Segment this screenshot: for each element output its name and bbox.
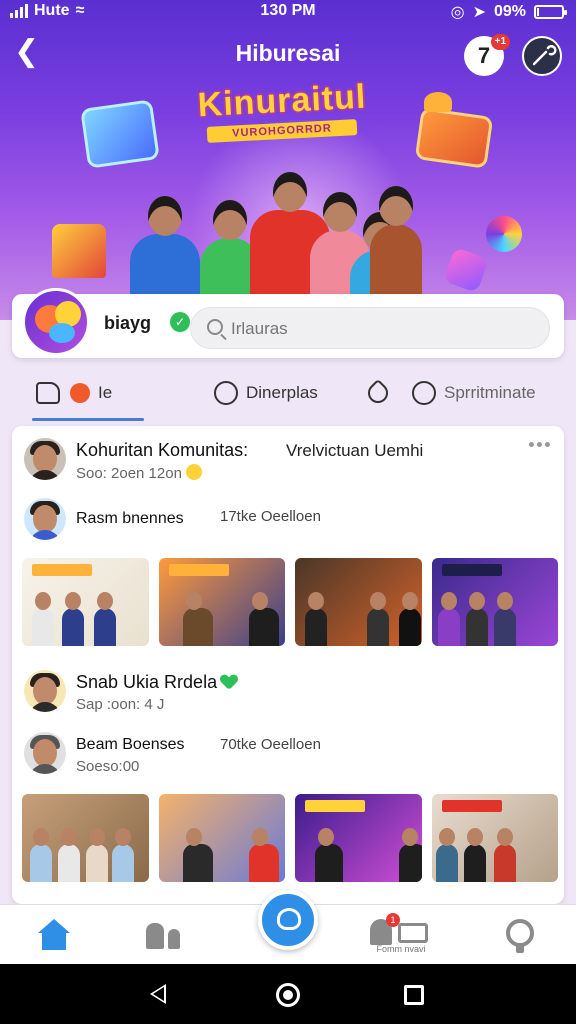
game-console-decoration	[414, 107, 494, 169]
avatar	[24, 438, 66, 480]
create-fab-button[interactable]	[258, 890, 318, 950]
post-header[interactable]: Kohuritan Komunitas: Vrelvictuan Uemhi S…	[12, 438, 564, 488]
like-icon	[36, 382, 60, 404]
tab-dinerplas[interactable]: Dinerplas	[214, 378, 318, 408]
green-heart-icon	[221, 675, 237, 689]
system-back-icon[interactable]	[150, 984, 166, 1004]
video-thumbnail[interactable]	[22, 558, 149, 646]
chat-bubble-icon	[412, 381, 436, 405]
chat-face-icon	[277, 908, 301, 930]
verified-icon: ✓	[170, 312, 190, 332]
gift-decoration	[442, 246, 490, 294]
banner-person	[130, 196, 200, 294]
nav-badge: 1	[386, 913, 400, 927]
banner-logo: Kinuraitul VUROHGORRDR	[184, 78, 380, 143]
nfc-icon: ◎	[450, 4, 465, 21]
list-item-title: Beam Boenses	[76, 736, 185, 753]
post-title-aside: Vrelvictuan Uemhi	[286, 441, 424, 460]
video-thumbnail[interactable]	[158, 558, 285, 646]
list-item-title: Snab Ukia Rrdela	[76, 672, 237, 693]
arcade-screen-decoration	[80, 99, 160, 169]
video-thumbnail[interactable]	[22, 794, 149, 882]
notification-button[interactable]: 7 +1	[464, 34, 510, 76]
banner-person	[370, 186, 422, 294]
search-icon	[207, 319, 223, 335]
feed-card: Kohuritan Komunitas: Vrelvictuan Uemhi S…	[12, 426, 564, 904]
post-title: Kohuritan Komunitas:	[76, 440, 249, 460]
profile-name: biayg	[104, 313, 152, 333]
search-nav-icon[interactable]	[500, 915, 540, 955]
nav-caption: Fomm nvavi	[376, 944, 426, 954]
home-icon[interactable]	[34, 915, 74, 955]
avatar	[24, 732, 66, 774]
list-item[interactable]: Beam Boenses 70tke Oeelloen Soeso:00	[12, 732, 564, 782]
location-icon: ➤	[472, 4, 486, 21]
location-pin-icon	[363, 378, 393, 408]
list-item-title: Rasm bnennes	[76, 510, 184, 527]
heart-outline-icon	[214, 381, 238, 405]
video-thumbnail[interactable]	[431, 794, 558, 882]
tab-label: Sprritminate	[444, 383, 536, 402]
list-item-aside: 70tke Oeelloen	[220, 736, 321, 753]
reaction-icon	[70, 383, 90, 403]
tab-bar: Ie Dinerplas Sprritminate	[0, 364, 576, 422]
system-home-icon[interactable]	[276, 983, 300, 1007]
video-thumbnail[interactable]	[295, 794, 422, 882]
tab-label: Ie	[98, 383, 113, 402]
notification-glyph: 7	[477, 43, 491, 68]
laugh-emoji-icon	[185, 464, 202, 480]
battery-fill	[537, 8, 539, 16]
active-tab-indicator	[32, 418, 144, 421]
post-meta: Soo: 2oen 12on	[76, 464, 202, 482]
tab-location[interactable]	[363, 378, 393, 408]
status-bar: Hute ≈ 130 PM ◎ ➤ 09%	[0, 0, 576, 24]
castle-decoration	[52, 224, 106, 278]
video-thumbnail[interactable]	[295, 558, 422, 646]
search-bar[interactable]	[190, 307, 550, 349]
list-item[interactable]: Snab Ukia Rrdela Sap :oon: 4 J	[12, 670, 564, 720]
list-item[interactable]: Rasm bnennes 17tke Oeelloen	[12, 498, 564, 548]
avatar	[24, 498, 66, 540]
thumbnail-row	[22, 794, 558, 882]
profile-card: biayg ✓	[12, 288, 564, 358]
system-nav-bar	[0, 964, 576, 1024]
battery-icon	[534, 5, 567, 19]
community-avatar[interactable]	[22, 288, 90, 356]
lollipop-decoration	[486, 216, 522, 252]
people-icon[interactable]	[144, 915, 184, 955]
tab-reactions[interactable]: Ie	[36, 378, 112, 408]
list-item-aside: 17tke Oeelloen	[220, 508, 321, 525]
avatar	[24, 670, 66, 712]
tab-label: Dinerplas	[246, 383, 318, 402]
tools-button[interactable]	[522, 36, 562, 76]
search-input[interactable]	[231, 316, 531, 342]
video-thumbnail[interactable]	[431, 558, 558, 646]
list-item-meta: Sap :oon: 4 J	[76, 696, 165, 713]
battery-percent: 09%	[493, 3, 526, 20]
list-item-meta: Soeso:00	[76, 758, 140, 775]
tab-sprritminate[interactable]: Sprritminate	[412, 378, 536, 408]
system-recents-icon[interactable]	[404, 985, 424, 1005]
burger-decoration	[424, 92, 452, 112]
thumbnail-row	[22, 558, 558, 646]
wrench-icon	[532, 45, 557, 66]
notification-badge: +1	[490, 34, 510, 50]
hero-banner: Hute ≈ 130 PM ◎ ➤ 09% ❮ Hiburesai 7 +1 K…	[0, 0, 576, 320]
video-thumbnail[interactable]	[158, 794, 285, 882]
